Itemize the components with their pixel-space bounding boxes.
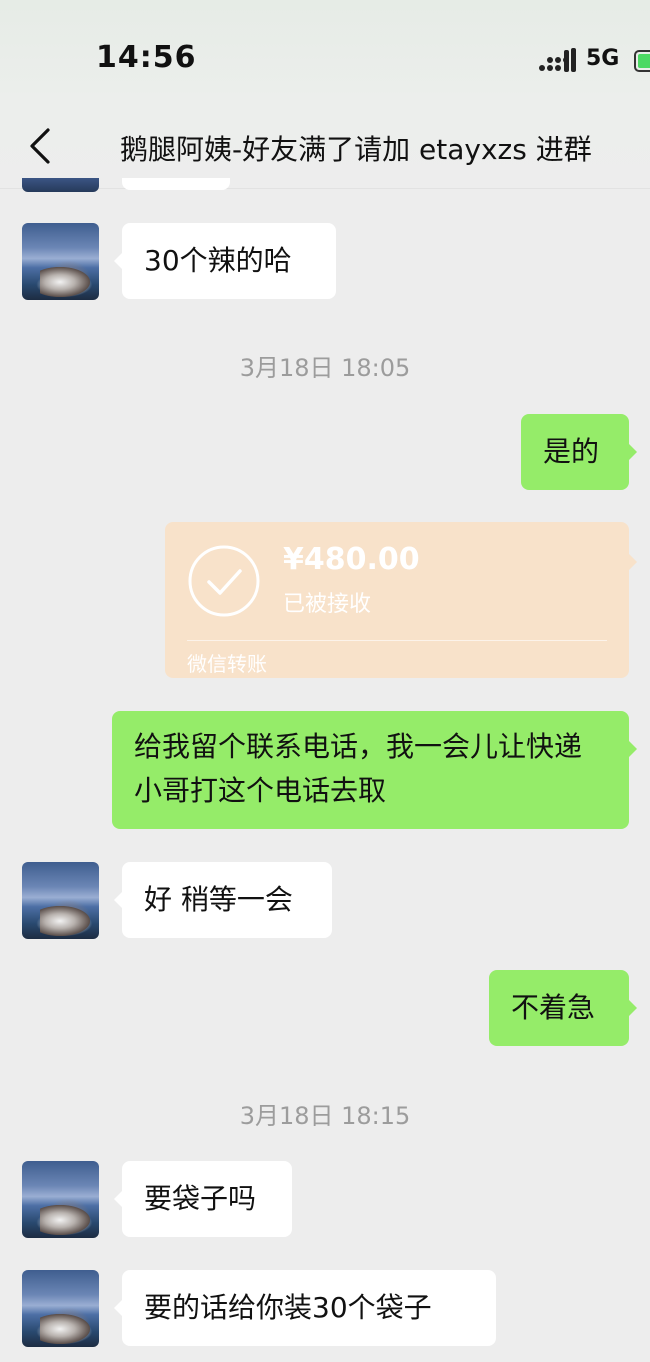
timestamp: 3月18日 18:05: [239, 354, 411, 382]
divider: [187, 640, 607, 641]
message-bubble-outgoing[interactable]: 给我留个联系电话，我一会儿让快递小哥打这个电话去取: [112, 711, 637, 829]
avatar[interactable]: [22, 1270, 99, 1347]
back-chevron-icon[interactable]: [26, 126, 56, 166]
message-bubble-outgoing[interactable]: 不着急: [489, 970, 637, 1046]
message-bubble-incoming[interactable]: 要袋子吗: [114, 1161, 292, 1237]
avatar[interactable]: [22, 1161, 99, 1238]
top-bar: 14:56 5G 鹅腿阿姨-好友满了请加 etayxzs 进群: [0, 0, 650, 189]
signal-icon: [539, 48, 576, 72]
network-label: 5G: [586, 46, 620, 71]
battery-icon: [634, 50, 650, 72]
message-bubble-outgoing[interactable]: 是的: [521, 414, 637, 490]
message-bubble-incoming[interactable]: 好 稍等一会: [114, 862, 332, 938]
transfer-status: 已被接收: [283, 592, 372, 617]
chat-title: 鹅腿阿姨-好友满了请加 etayxzs 进群: [120, 133, 592, 166]
message-bubble-incoming[interactable]: 要的话给你装30个袋子: [114, 1270, 496, 1346]
avatar[interactable]: [22, 223, 99, 300]
transfer-card[interactable]: ¥480.00 已被接收 微信转账: [165, 522, 637, 678]
message-list[interactable]: 30个辣的哈 3月18日 18:05 是的 ¥480.00 已被接收 微信转账 …: [0, 0, 650, 1362]
avatar[interactable]: [22, 178, 99, 192]
transfer-footer: 微信转账: [187, 652, 267, 676]
message-bubble-incoming[interactable]: 30个辣的哈: [114, 223, 336, 299]
timestamp: 3月18日 18:15: [239, 1102, 411, 1130]
transfer-amount: ¥480.00: [283, 542, 420, 577]
status-time: 14:56: [96, 40, 197, 75]
message-bubble-partial: [122, 178, 230, 190]
avatar[interactable]: [22, 862, 99, 939]
check-circle-icon: [188, 545, 260, 617]
